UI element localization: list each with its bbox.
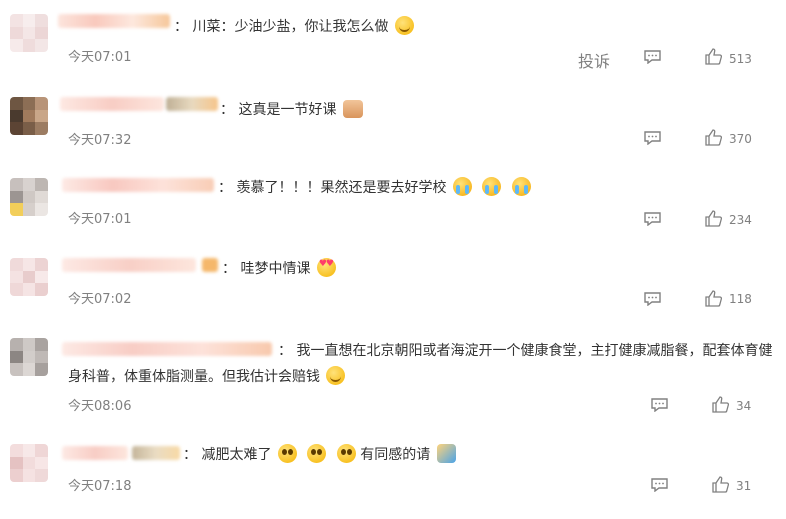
timestamp: 今天07:02: [68, 292, 132, 307]
comment-item: ： 我一直想在北京朝阳或者海淀开一个健康食堂，主打健康减脂餐，配套体育健身科普，…: [0, 336, 786, 428]
username-blurred[interactable]: [62, 446, 128, 460]
like-count: 234: [729, 213, 752, 227]
comment-icon[interactable]: [644, 212, 661, 226]
thumbs-up-emoji-icon: [342, 100, 363, 118]
like-icon[interactable]: [712, 476, 729, 493]
timestamp: 今天07:32: [68, 133, 132, 148]
comment-icon[interactable]: [644, 292, 661, 306]
heart-eyes-emoji-icon: [316, 258, 336, 277]
comment-body: 哇梦中情课: [240, 261, 311, 277]
username-blurred[interactable]: [132, 446, 180, 460]
username-blurred[interactable]: [166, 97, 218, 111]
timestamp: 今天07:18: [68, 479, 132, 494]
comment-body: 这真是一节好课: [238, 102, 337, 118]
avatar[interactable]: [10, 258, 48, 296]
raised-hand-emoji-icon: [436, 444, 456, 463]
timestamp: 今天07:01: [68, 50, 132, 65]
comment-icon[interactable]: [644, 131, 661, 145]
like-count: 31: [736, 479, 752, 493]
comment-item: ： 减肥太难了 有同感的请 今天07:18 31: [0, 440, 786, 512]
timestamp: 今天07:01: [68, 212, 132, 227]
comment-icon[interactable]: [651, 398, 668, 412]
comment-body-2: 有同感的请: [360, 447, 431, 463]
comment-body: 川菜：少油少盐，你让我怎么做: [192, 19, 389, 35]
username-blurred[interactable]: [60, 97, 164, 111]
pleading-emoji-icon: [277, 444, 297, 463]
report-button[interactable]: 投诉: [578, 48, 610, 72]
like-count: 513: [729, 52, 752, 66]
avatar[interactable]: [10, 338, 48, 376]
like-count: 118: [729, 292, 752, 306]
comment-item: ： 羡慕了！！！果然还是要去好学校 今天07:01 234: [0, 172, 786, 244]
like-icon[interactable]: [712, 396, 729, 413]
comment-item: ： 川菜：少油少盐，你让我怎么做 今天07:01 投诉 513: [0, 8, 786, 80]
comment-text: ： 这真是一节好课: [220, 97, 363, 123]
username-blurred[interactable]: [202, 258, 218, 272]
comment-text: ： 我一直想在北京朝阳或者海淀开一个健康食堂，主打健康减脂餐，配套体育健身科普，…: [68, 338, 774, 390]
comment-icon[interactable]: [651, 478, 668, 492]
avatar[interactable]: [10, 97, 48, 135]
username-blurred[interactable]: [58, 14, 170, 28]
separator: ：: [220, 102, 234, 118]
pleading-emoji-icon: [307, 444, 327, 463]
smiling-emoji-icon: [394, 16, 414, 35]
pleading-emoji-icon: [336, 444, 356, 463]
username-blurred[interactable]: [62, 178, 214, 192]
comment-item: ： 哇梦中情课 今天07:02 118: [0, 252, 786, 324]
crying-emoji-icon: [482, 177, 502, 196]
separator: ：: [183, 447, 197, 463]
crying-emoji-icon: [511, 177, 531, 196]
like-icon[interactable]: [705, 48, 722, 65]
separator: ：: [278, 343, 292, 359]
separator: ：: [218, 180, 232, 196]
comment-body: 羡慕了！！！果然还是要去好学校: [236, 180, 447, 196]
like-count: 34: [736, 399, 752, 413]
comment-item: ： 这真是一节好课 今天07:32 370: [0, 91, 786, 163]
comment-text: ： 羡慕了！！！果然还是要去好学校: [218, 175, 531, 201]
avatar[interactable]: [10, 14, 48, 52]
comment-body: 我一直想在北京朝阳或者海淀开一个健康食堂，主打健康减脂餐，配套体育健身科普，体重…: [68, 343, 773, 385]
username-blurred[interactable]: [62, 258, 196, 272]
avatar[interactable]: [10, 178, 48, 216]
separator: ：: [174, 19, 188, 35]
like-icon[interactable]: [705, 129, 722, 146]
separator: ：: [222, 261, 236, 277]
crying-emoji-icon: [452, 177, 472, 196]
comment-text: ： 哇梦中情课: [222, 256, 336, 282]
smiling-emoji-icon: [326, 366, 346, 385]
like-icon[interactable]: [705, 210, 722, 227]
comment-text: ： 川菜：少油少盐，你让我怎么做: [174, 14, 414, 40]
timestamp: 今天08:06: [68, 399, 132, 414]
comment-icon[interactable]: [644, 50, 661, 64]
comment-text: ： 减肥太难了 有同感的请: [183, 442, 456, 468]
avatar[interactable]: [10, 444, 48, 482]
like-icon[interactable]: [705, 290, 722, 307]
comment-body: 减肥太难了: [201, 447, 272, 463]
like-count: 370: [729, 132, 752, 146]
